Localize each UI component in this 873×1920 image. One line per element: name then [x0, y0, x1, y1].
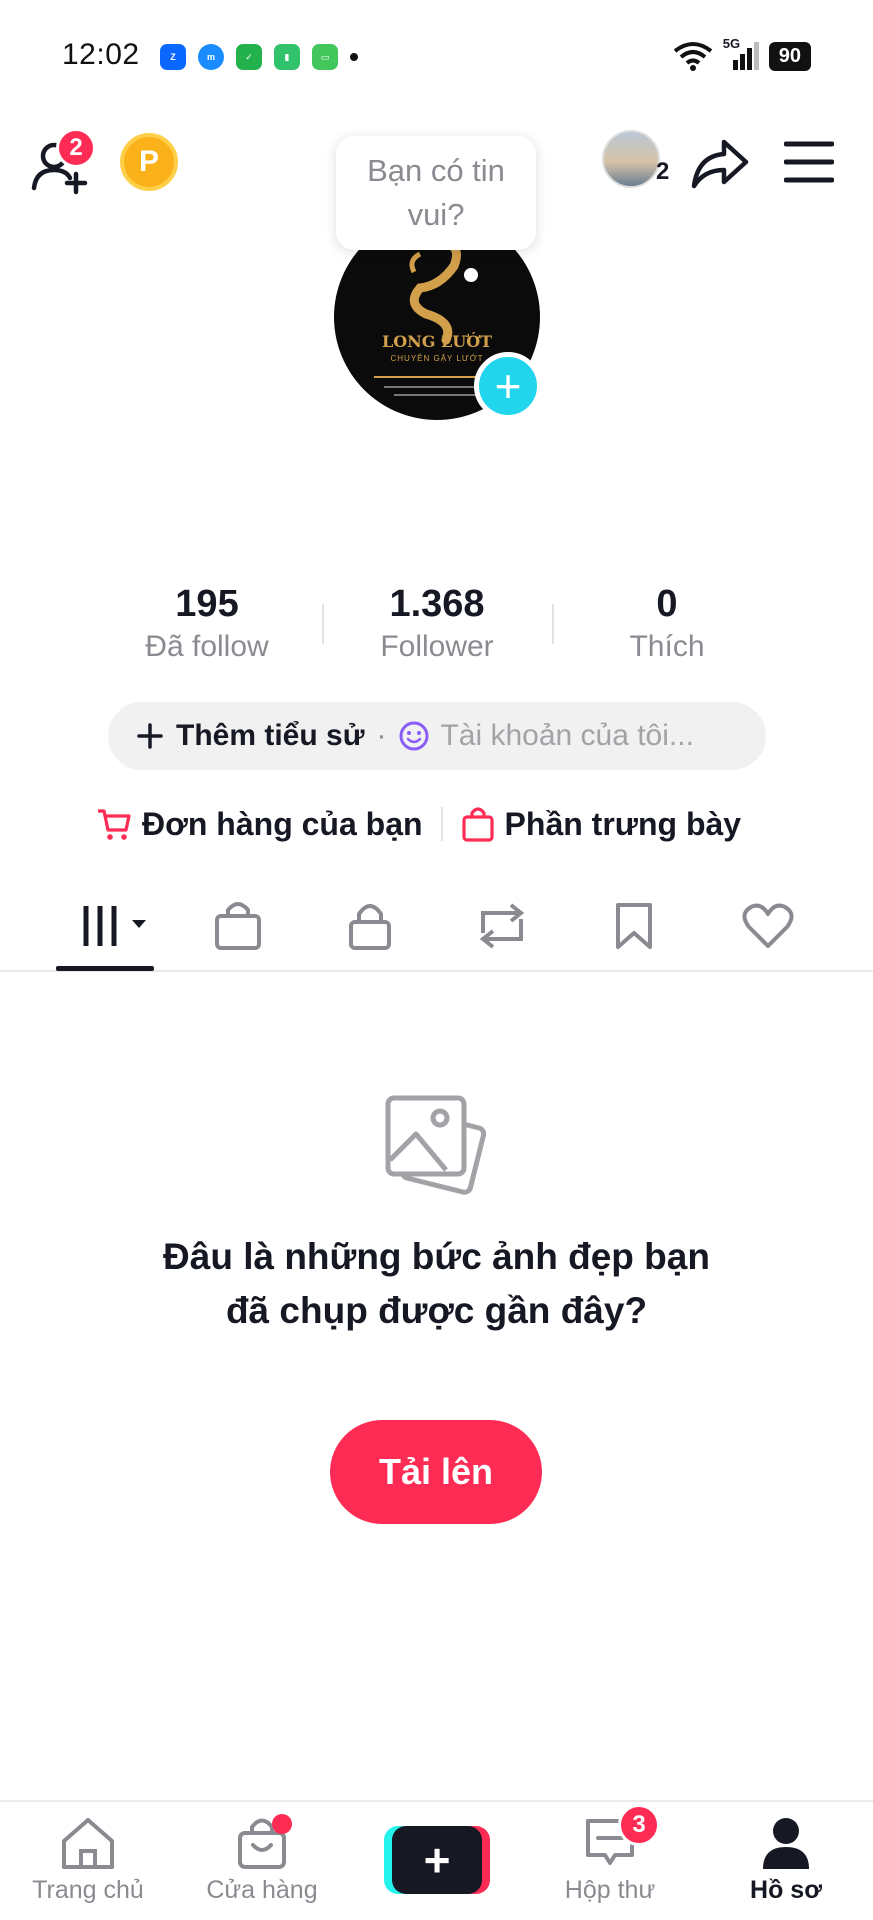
upload-button[interactable]: Tải lên [330, 1420, 542, 1524]
stat-value: 1.368 [389, 583, 485, 625]
accounts-count: 2 [656, 158, 670, 185]
nav-inbox-label: Hộp thư [564, 1876, 656, 1904]
bio-pill: Thêm tiểu sử · Tài khoản của tôi... [108, 702, 766, 770]
tab-reposts[interactable] [472, 896, 532, 956]
home-icon [62, 1818, 114, 1869]
plus-icon: + [392, 1826, 482, 1894]
nav-profile[interactable]: Hồ sơ [706, 1812, 866, 1905]
tooltip-tail [464, 268, 478, 282]
showcase-label: Phần trưng bày [504, 805, 742, 842]
messages-icon: ▭ [312, 44, 338, 70]
news-prompt-tooltip[interactable]: Bạn có tin vui? [336, 136, 536, 250]
smiley-icon [399, 721, 429, 751]
repost-icon [479, 903, 525, 949]
stat-label: Thích [629, 630, 705, 663]
coin-icon[interactable]: P [120, 133, 178, 191]
shop-divider [440, 807, 443, 841]
more-notifications-icon [350, 53, 358, 61]
status-bar: 12:02 Z m ✓ ▮ ▭ 5G 90 [0, 0, 873, 110]
empty-state-message: Đâu là những bức ảnh đẹp bạn đã chụp đượ… [163, 1236, 710, 1331]
menu-button[interactable] [783, 140, 835, 189]
stat-label: Follower [380, 630, 494, 663]
lock-icon [349, 904, 391, 950]
orders-label: Đơn hàng của bạn [142, 805, 423, 842]
photos-icon [384, 1094, 488, 1207]
tab-favorites[interactable] [604, 896, 664, 956]
tab-videos[interactable] [78, 896, 154, 956]
stat-likes[interactable]: 0 Thích [552, 580, 782, 670]
nav-home[interactable]: Trang chủ [8, 1812, 168, 1905]
active-tab-indicator [56, 966, 154, 971]
stat-following[interactable]: 195 Đã follow [92, 580, 322, 670]
inbox-badge: 3 [618, 1804, 660, 1846]
wifi-icon [673, 42, 712, 71]
create-button[interactable]: + [384, 1826, 490, 1894]
grid-dropdown-icon [82, 906, 146, 946]
stat-label: Đã follow [145, 630, 269, 663]
cart-icon [98, 809, 131, 840]
showcase-link[interactable]: Phần trưng bày [461, 805, 742, 843]
nav-profile-label: Hồ sơ [750, 1876, 822, 1904]
plus-icon [137, 723, 163, 749]
avatar-brand-text: LONG LƯỚT [381, 332, 493, 351]
profile-icon [763, 1818, 809, 1869]
bio-separator: · [376, 719, 387, 752]
notification-icons: Z m ✓ ▮ ▭ [160, 44, 358, 70]
shop-notification-dot [272, 1814, 292, 1834]
system-indicators: 5G 90 [673, 36, 811, 72]
stat-value: 0 [656, 583, 678, 625]
stat-divider [322, 604, 324, 644]
shop-links: Đơn hàng của bạn Phần trưng bày [96, 800, 786, 848]
share-profile-button[interactable] [690, 136, 750, 197]
nav-home-label: Trang chủ [32, 1876, 144, 1904]
account-type-button[interactable]: Tài khoản của tôi... [398, 719, 694, 753]
tooltip-text: Bạn có tin vui? [367, 153, 505, 232]
orders-link[interactable]: Đơn hàng của bạn [96, 806, 423, 843]
tab-liked[interactable] [738, 896, 798, 956]
zalo-icon: Z [160, 44, 186, 70]
battery-saver-icon: ▮ [274, 44, 300, 70]
bookmark-icon [616, 903, 652, 949]
add-story-button[interactable]: + [474, 352, 542, 420]
messenger-icon: m [198, 44, 224, 70]
content-tabs [0, 880, 873, 972]
tab-shop[interactable] [208, 896, 268, 956]
add-bio-label: Thêm tiểu sử [176, 719, 365, 752]
bottom-navigation: Trang chủ Cửa hàng + 3 Hộp thư Hồ sơ [0, 1800, 873, 1920]
nav-shop-label: Cửa hàng [206, 1876, 318, 1904]
shield-icon: ✓ [236, 44, 262, 70]
heart-icon [742, 903, 794, 948]
tab-private[interactable] [340, 896, 400, 956]
account-type-label: Tài khoản của tôi... [440, 719, 694, 752]
stat-divider [552, 604, 554, 644]
hamburger-icon [783, 141, 835, 183]
shopping-bag-icon [461, 807, 494, 842]
status-time: 12:02 [62, 38, 140, 71]
signal-icon: 5G [723, 36, 759, 72]
stat-value: 195 [175, 583, 239, 625]
add-bio-button[interactable]: Thêm tiểu sử [136, 719, 364, 753]
nav-inbox[interactable]: 3 Hộp thư [530, 1804, 690, 1905]
plus-icon: + [494, 360, 522, 412]
profile-stats: 195 Đã follow 1.368 Follower 0 Thích [92, 580, 782, 670]
shopping-bag-icon [215, 902, 261, 950]
share-icon [691, 139, 749, 189]
stat-followers[interactable]: 1.368 Follower [322, 580, 552, 670]
account-switcher-avatar[interactable] [602, 130, 660, 188]
add-friends-button[interactable]: 2 [30, 128, 96, 203]
friend-request-badge: 2 [56, 128, 96, 168]
nav-shop[interactable]: Cửa hàng [182, 1812, 342, 1905]
battery-indicator: 90 [768, 41, 811, 71]
